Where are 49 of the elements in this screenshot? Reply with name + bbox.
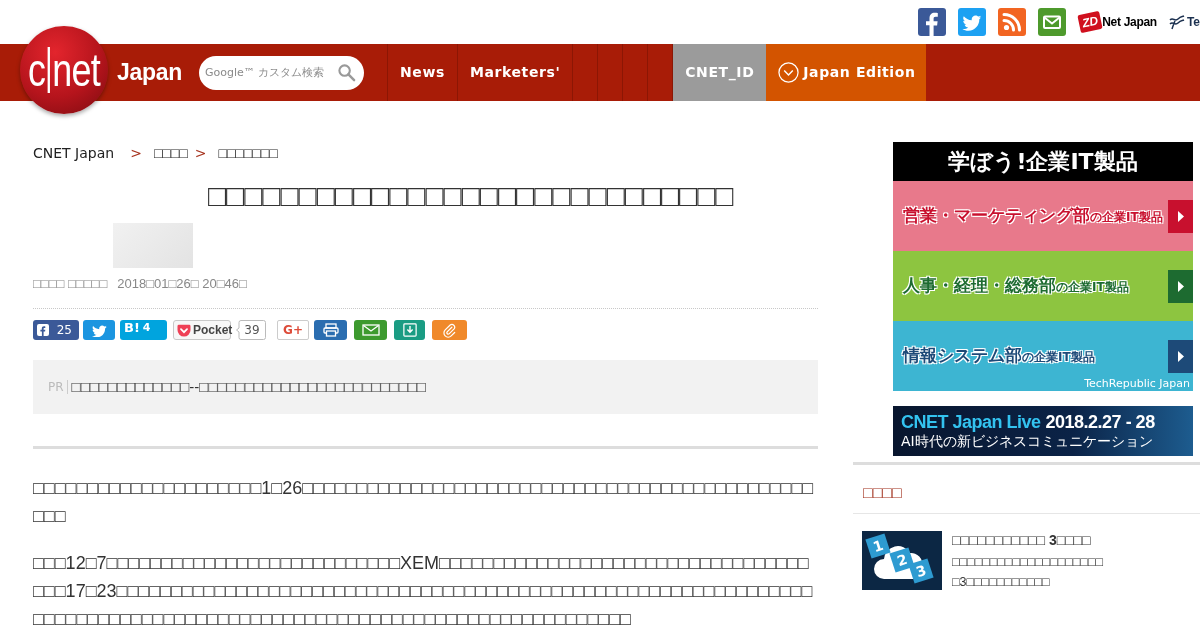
pr-link[interactable]: □□□□□□□□□□□□□--□□□□□□□□□□□□□□□□□□□□□□□□□ xyxy=(71,377,426,397)
printer-icon xyxy=(322,323,339,337)
section-heading: □□□□ xyxy=(863,483,903,503)
print-button[interactable] xyxy=(314,320,347,340)
facebook-share-button[interactable]: 25 xyxy=(33,320,79,340)
facebook-icon xyxy=(37,324,49,336)
paragraph: □□□□□□□□□□□□□□□□□□□□□1□26□□□□□□□□□□□□□□□□□□□□□□□□□□□□□□□□□□□□□□□□□□□□□□□□□□ xyxy=(33,477,815,528)
publish-date: 2018□01□26□ 20□46□ xyxy=(117,276,247,292)
breadcrumb-link[interactable]: □□□□ xyxy=(153,144,188,162)
clip-button[interactable] xyxy=(432,320,467,340)
breadcrumb-separator: > xyxy=(194,144,207,162)
partner-logo[interactable]: ZD Net Japan xyxy=(1079,10,1157,34)
wave-icon xyxy=(1168,14,1185,30)
nav-link[interactable]: News xyxy=(388,44,458,101)
download-icon xyxy=(402,323,417,337)
mail-icon[interactable] xyxy=(1038,8,1067,36)
chevron-down-icon xyxy=(778,62,800,83)
author-name: □□□□ □□□□□ xyxy=(33,276,108,292)
credit-text: TechRepublic Japan xyxy=(1084,377,1190,390)
download-button[interactable] xyxy=(394,320,425,340)
breadcrumb-link[interactable]: □□□□□□□ xyxy=(218,144,278,162)
google-plus-share-button[interactable]: G+ xyxy=(277,320,309,340)
edition-menu[interactable]: Japan Edition xyxy=(766,44,927,101)
partner-logo[interactable]: Te xyxy=(1168,13,1200,31)
rss-icon[interactable] xyxy=(998,8,1027,36)
logo-wordmark[interactable]: Japan xyxy=(117,61,182,84)
banner-title: 学ぼう!企業IT製品 xyxy=(893,142,1193,181)
site-logo[interactable]: cnet xyxy=(20,26,108,114)
event-banner[interactable]: CNET Japan Live 2018.2.27 - 28 AI時代の新ビジネスコミュニケーション xyxy=(893,406,1193,456)
share-count: 39 xyxy=(236,320,266,340)
mail-button[interactable] xyxy=(354,320,387,340)
paragraph: □□□12□7□□□□□□□□□□□□□□□□□□□□□□□□□□□XEM□□□□□□□□□□□□□□□□□□□□□□□□□□□□□□□□□□□□□17□23□□□□□□□□□□□□□□□□□□□□□□□□□□□□□□□□□□□□□□□□□□□□□□□□□□□□□□□□□□□□□□□□□□□□□□□□□□□□□□□□□□□□□□□□□□□□□□□□□□□□□□□□□□□□□□□□□□□□□□□ xyxy=(33,552,814,630)
pocket-icon xyxy=(177,323,191,337)
search-field[interactable]: Google™ カスタム検索 xyxy=(199,55,364,90)
breadcrumb-link[interactable]: CNET Japan xyxy=(33,144,115,162)
paperclip-icon xyxy=(442,322,457,338)
category-link[interactable]: 情報システム部の企業IT製品 TechRepublic Japan xyxy=(893,321,1193,391)
twitter-icon[interactable] xyxy=(958,8,987,36)
article-link[interactable]: □□□□□□□□□□□ 3□□□□ xyxy=(952,531,1107,549)
nav-link[interactable]: Marketers' xyxy=(457,44,574,101)
mail-icon xyxy=(361,324,380,336)
breadcrumb-separator: > xyxy=(130,144,142,162)
twitter-share-button[interactable] xyxy=(83,320,115,340)
article-title: □□□□□□□□□□□□□□□□□□□□□□□□□□□□□ xyxy=(208,178,735,214)
article-summary: □□□□□□□□□□□□□□□□□□□□□3□□□□□□□□□□□ xyxy=(952,554,1104,591)
pocket-share-button[interactable]: Pocket xyxy=(173,320,231,340)
twitter-icon xyxy=(91,323,107,337)
search-icon[interactable] xyxy=(337,62,356,82)
facebook-icon[interactable] xyxy=(918,8,947,36)
